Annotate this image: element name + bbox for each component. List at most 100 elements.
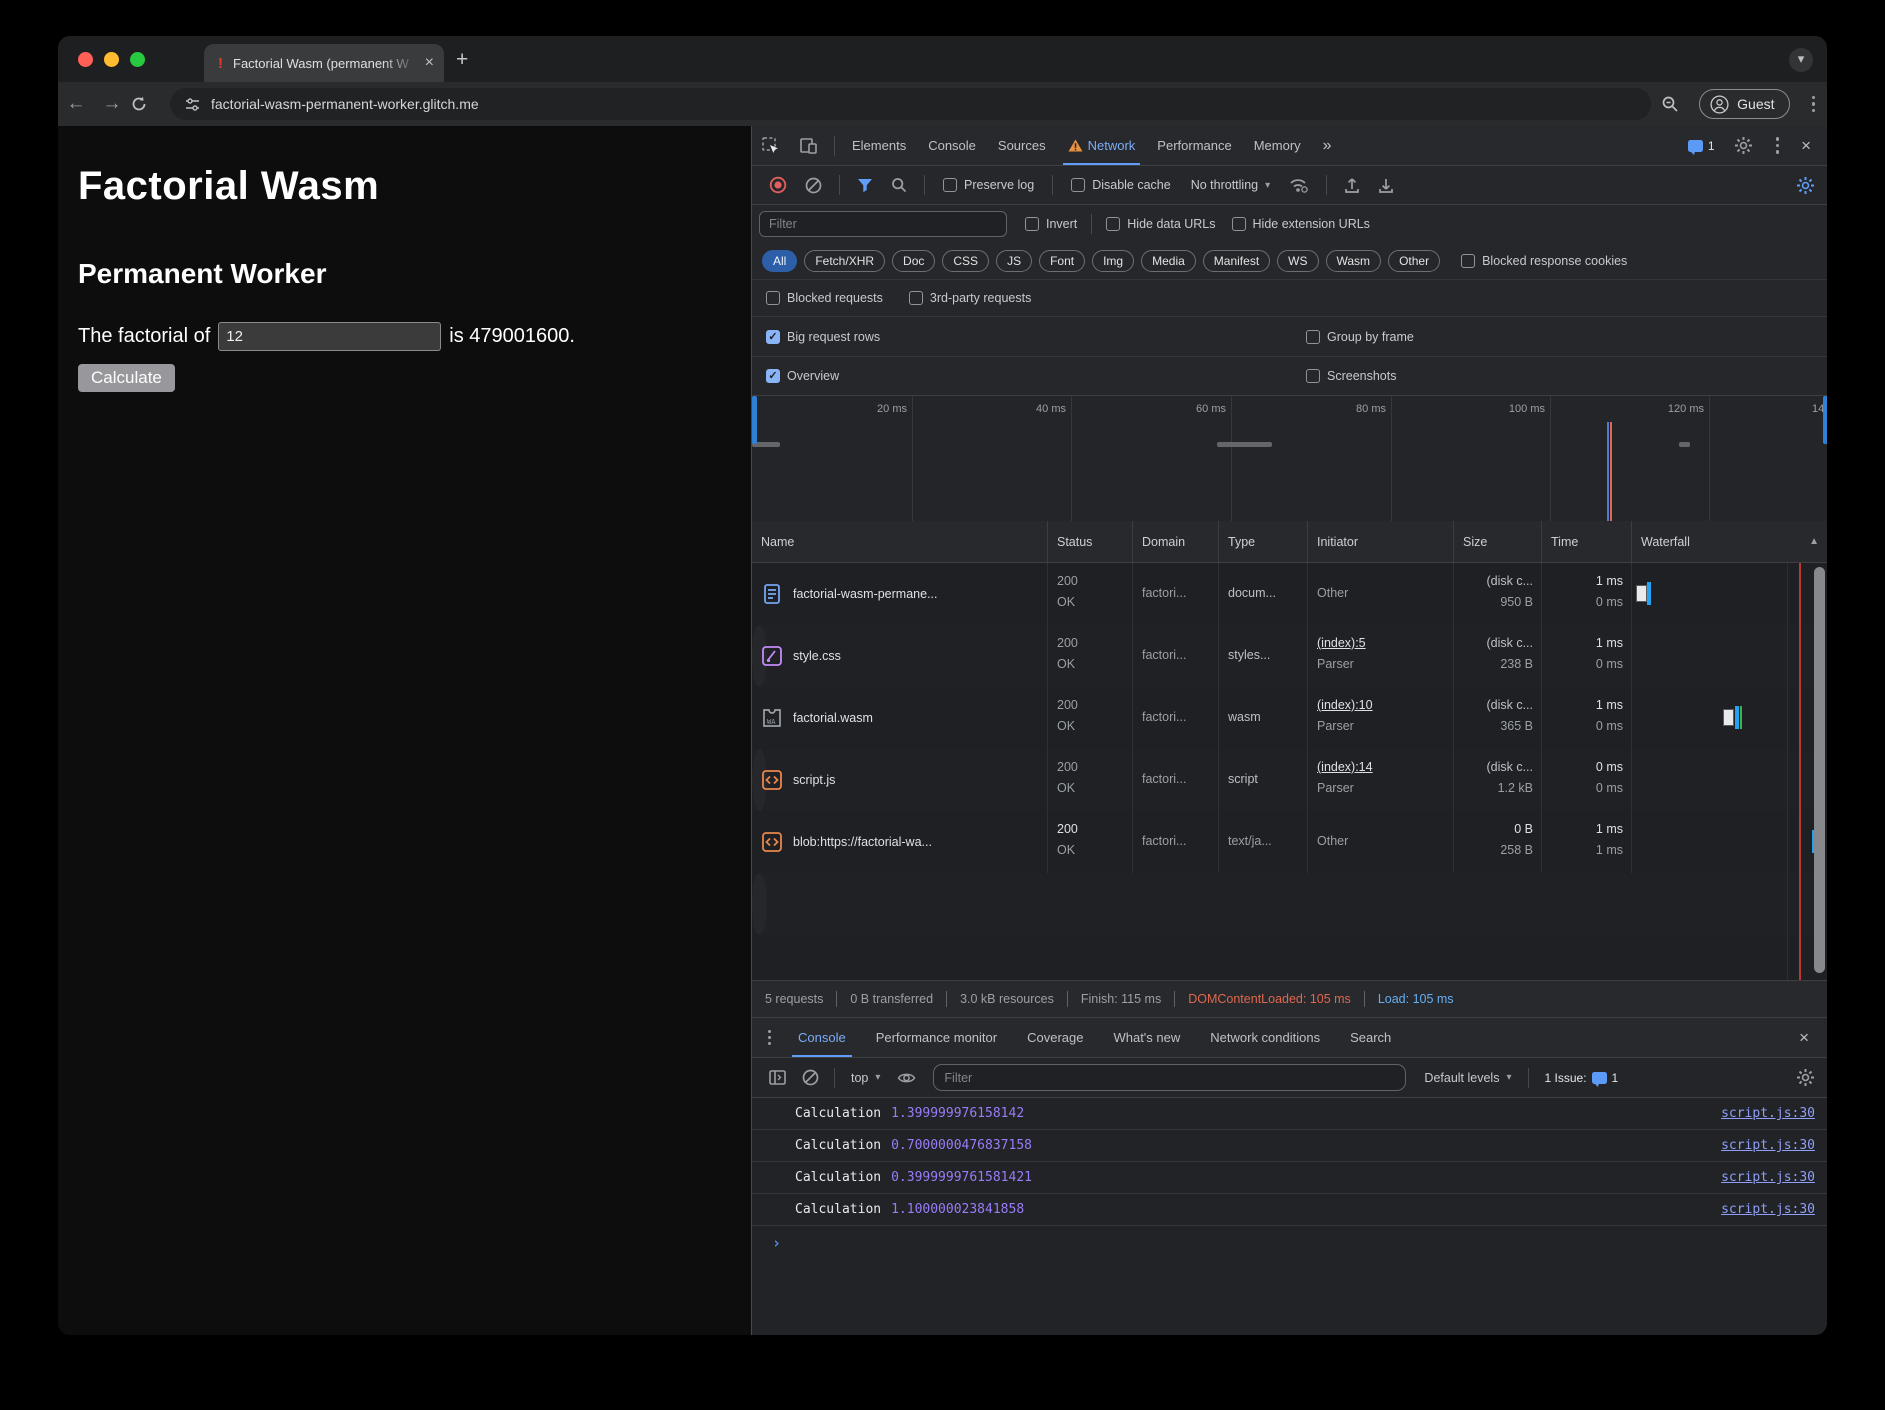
source-link[interactable]: script.js:30 xyxy=(1721,1202,1815,1217)
big-request-rows-checkbox[interactable]: ✓Big request rows xyxy=(758,330,888,344)
execution-context-dropdown[interactable]: top▾ xyxy=(843,1071,888,1085)
drawer-tab-coverage[interactable]: Coverage xyxy=(1012,1018,1098,1057)
site-settings-icon[interactable] xyxy=(184,96,201,113)
chip-doc[interactable]: Doc xyxy=(892,250,935,272)
drawer-tab-console[interactable]: Console xyxy=(783,1018,861,1057)
devtools-close-icon[interactable]: × xyxy=(1793,136,1819,156)
url-text[interactable]: factorial-wasm-permanent-worker.glitch.m… xyxy=(211,96,479,112)
blocked-response-cookies-checkbox[interactable]: Blocked response cookies xyxy=(1453,254,1635,268)
factorial-input[interactable] xyxy=(218,322,441,351)
initiator-link[interactable]: (index):5 xyxy=(1317,633,1453,654)
table-scrollbar[interactable] xyxy=(1814,567,1825,973)
browser-tab[interactable]: ! Factorial Wasm (permanent W × xyxy=(204,44,444,82)
forward-button[interactable]: → xyxy=(94,93,130,115)
throttling-dropdown[interactable]: No throttling▾ xyxy=(1183,178,1278,192)
console-prompt-icon[interactable]: › xyxy=(752,1226,1827,1252)
col-status[interactable]: Status xyxy=(1048,521,1133,562)
export-har-icon[interactable] xyxy=(1371,177,1401,194)
drawer-tab-whats-new[interactable]: What's new xyxy=(1098,1018,1195,1057)
more-tabs-icon[interactable]: » xyxy=(1312,126,1343,165)
chip-wasm[interactable]: Wasm xyxy=(1326,250,1382,272)
drawer-close-icon[interactable]: × xyxy=(1799,1028,1827,1048)
screenshots-checkbox[interactable]: Screenshots xyxy=(1298,369,1404,383)
console-sidebar-icon[interactable] xyxy=(762,1070,793,1085)
import-har-icon[interactable] xyxy=(1337,177,1367,194)
clear-network-log-icon[interactable] xyxy=(798,177,829,194)
source-link[interactable]: script.js:30 xyxy=(1721,1138,1815,1153)
live-expression-eye-icon[interactable] xyxy=(890,1071,923,1085)
tab-performance[interactable]: Performance xyxy=(1146,126,1242,165)
back-button[interactable]: ← xyxy=(58,93,94,115)
search-icon[interactable] xyxy=(884,177,914,193)
col-waterfall[interactable]: Waterfall▲ xyxy=(1632,521,1827,562)
drawer-tab-performance-monitor[interactable]: Performance monitor xyxy=(861,1018,1012,1057)
close-window-button[interactable] xyxy=(78,52,93,67)
devtools-menu-icon[interactable] xyxy=(1764,137,1792,154)
col-type[interactable]: Type xyxy=(1219,521,1308,562)
col-size[interactable]: Size xyxy=(1454,521,1542,562)
network-conditions-icon[interactable] xyxy=(1282,177,1316,193)
initiator-link[interactable]: (index):10 xyxy=(1317,695,1453,716)
hide-extension-urls-checkbox[interactable]: Hide extension URLs xyxy=(1224,217,1378,231)
network-filter-input[interactable] xyxy=(759,211,1007,237)
console-message[interactable]: Calculation0.3999999761581421 script.js:… xyxy=(752,1162,1827,1194)
chip-all[interactable]: All xyxy=(762,250,797,272)
new-tab-button[interactable]: + xyxy=(456,48,468,72)
network-settings-gear-icon[interactable] xyxy=(1796,176,1827,195)
overview-checkbox[interactable]: ✓Overview xyxy=(758,369,847,383)
initiator-link[interactable]: (index):14 xyxy=(1317,757,1453,778)
tab-console[interactable]: Console xyxy=(917,126,987,165)
requests-table-header[interactable]: Name Status Domain Type Initiator Size T… xyxy=(752,521,1827,563)
filter-icon[interactable] xyxy=(850,178,880,193)
settings-gear-icon[interactable] xyxy=(1725,136,1762,155)
log-levels-dropdown[interactable]: Default levels▾ xyxy=(1416,1071,1519,1085)
tab-sources[interactable]: Sources xyxy=(987,126,1057,165)
chip-manifest[interactable]: Manifest xyxy=(1203,250,1270,272)
chip-media[interactable]: Media xyxy=(1141,250,1196,272)
request-row[interactable]: WAfactorial.wasm 200OK factori... wasm (… xyxy=(752,687,1827,749)
calculate-button[interactable]: Calculate xyxy=(78,364,175,392)
chip-img[interactable]: Img xyxy=(1092,250,1134,272)
address-bar[interactable]: factorial-wasm-permanent-worker.glitch.m… xyxy=(170,88,1651,120)
source-link[interactable]: script.js:30 xyxy=(1721,1106,1815,1121)
chip-css[interactable]: CSS xyxy=(942,250,989,272)
console-issues-counter[interactable]: 1 Issue:1 xyxy=(1537,1071,1627,1085)
group-by-frame-checkbox[interactable]: Group by frame xyxy=(1298,330,1422,344)
disable-cache-checkbox[interactable]: Disable cache xyxy=(1063,178,1179,192)
hide-data-urls-checkbox[interactable]: Hide data URLs xyxy=(1098,217,1223,231)
chip-font[interactable]: Font xyxy=(1039,250,1085,272)
issues-counter[interactable]: 1 xyxy=(1680,139,1723,153)
console-message[interactable]: Calculation1.100000023841858 script.js:3… xyxy=(752,1194,1827,1226)
source-link[interactable]: script.js:30 xyxy=(1721,1170,1815,1185)
tab-elements[interactable]: Elements xyxy=(841,126,917,165)
col-time[interactable]: Time xyxy=(1542,521,1632,562)
chip-js[interactable]: JS xyxy=(996,250,1032,272)
tab-memory[interactable]: Memory xyxy=(1243,126,1312,165)
tab-search-button[interactable]: ▾ xyxy=(1789,48,1813,72)
blocked-requests-checkbox[interactable]: Blocked requests xyxy=(758,291,891,305)
timeline-right-handle[interactable] xyxy=(1823,396,1827,444)
drawer-menu-icon[interactable] xyxy=(752,1030,783,1045)
reload-button[interactable] xyxy=(130,95,166,113)
console-message[interactable]: Calculation0.7000000476837158 script.js:… xyxy=(752,1130,1827,1162)
chip-other[interactable]: Other xyxy=(1388,250,1440,272)
request-row[interactable]: factorial-wasm-permane... 200OK factori.… xyxy=(752,563,1827,625)
inspect-element-icon[interactable] xyxy=(752,136,790,156)
invert-checkbox[interactable]: Invert xyxy=(1017,217,1085,231)
zoom-icon[interactable] xyxy=(1651,95,1689,113)
third-party-requests-checkbox[interactable]: 3rd-party requests xyxy=(901,291,1039,305)
request-row[interactable]: blob:https://factorial-wa... 200OK facto… xyxy=(752,811,1827,873)
request-row[interactable]: script.js 200OK factori... script (index… xyxy=(752,749,767,811)
chip-fetch-xhr[interactable]: Fetch/XHR xyxy=(804,250,885,272)
col-initiator[interactable]: Initiator xyxy=(1308,521,1454,562)
timeline-left-handle[interactable] xyxy=(752,396,757,444)
console-message[interactable]: Calculation1.399999976158142 script.js:3… xyxy=(752,1098,1827,1130)
profile-button[interactable]: Guest xyxy=(1699,89,1789,119)
console-settings-gear-icon[interactable] xyxy=(1796,1068,1827,1087)
preserve-log-checkbox[interactable]: Preserve log xyxy=(935,178,1042,192)
col-name[interactable]: Name xyxy=(752,521,1048,562)
record-network-log-icon[interactable] xyxy=(762,176,794,194)
window-controls[interactable] xyxy=(78,52,145,67)
drawer-tab-network-conditions[interactable]: Network conditions xyxy=(1195,1018,1335,1057)
clear-console-icon[interactable] xyxy=(795,1069,826,1086)
